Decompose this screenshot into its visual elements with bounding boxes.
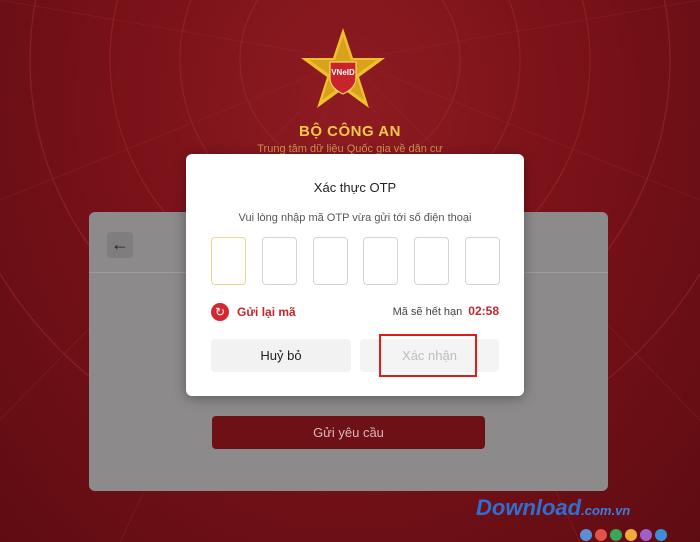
watermark-suffix: .com.vn xyxy=(581,503,631,518)
watermark-dot xyxy=(625,529,637,541)
modal-title: Xác thực OTP xyxy=(313,180,397,195)
countdown-timer: 02:58 xyxy=(468,304,499,318)
arrow-left-icon: ← xyxy=(111,234,129,254)
watermark-dot xyxy=(595,529,607,541)
cancel-button[interactable]: Huỷ bỏ xyxy=(211,339,351,372)
resend-code-link[interactable]: ↻ Gửi lại mã xyxy=(211,303,296,321)
watermark-dots xyxy=(580,529,667,541)
otp-digit-input[interactable] xyxy=(363,237,398,285)
otp-digit-input[interactable] xyxy=(414,237,449,285)
submit-request-button[interactable]: Gửi yêu cầu xyxy=(212,416,485,449)
watermark-dot xyxy=(610,529,622,541)
refresh-icon: ↻ xyxy=(211,303,229,321)
watermark-text: Download xyxy=(476,495,582,520)
emblem-text: VNeID xyxy=(331,68,355,77)
otp-digit-input[interactable] xyxy=(313,237,348,285)
watermark-dot xyxy=(655,529,667,541)
otp-digit-input[interactable] xyxy=(465,237,500,285)
confirm-highlight-box xyxy=(379,334,477,377)
expire-label: Mã sẽ hết hạn xyxy=(392,306,463,318)
otp-digit-input[interactable] xyxy=(211,237,246,285)
back-button[interactable]: ← xyxy=(107,232,133,258)
otp-digit-input[interactable] xyxy=(262,237,297,285)
modal-description: Vui lòng nhập mã OTP vừa gửi tới số điện… xyxy=(238,212,472,224)
vneid-emblem: VNeID xyxy=(301,28,385,108)
watermark-dot xyxy=(640,529,652,541)
otp-input-row xyxy=(211,237,501,285)
watermark-logo: Download.com.vn xyxy=(476,495,630,521)
org-title: BỘ CÔNG AN xyxy=(299,123,401,140)
watermark-dot xyxy=(580,529,592,541)
expire-info: Mã sẽ hết hạn 02:58 xyxy=(393,304,499,318)
resend-label: Gửi lại mã xyxy=(237,305,296,319)
